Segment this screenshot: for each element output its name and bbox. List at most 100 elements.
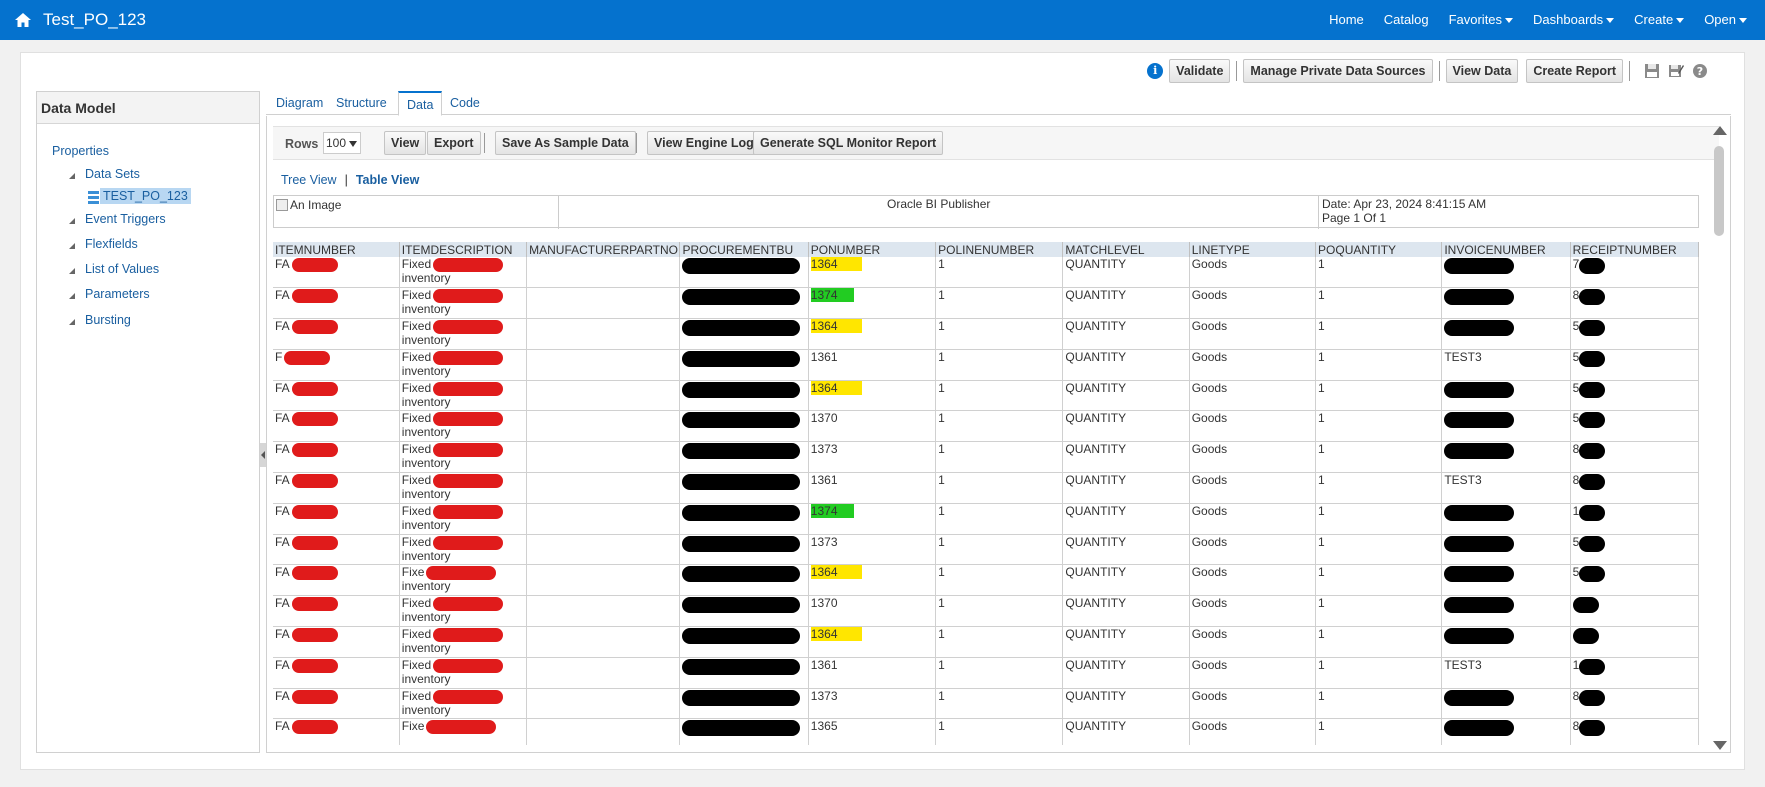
info-icon[interactable]: i (1147, 63, 1164, 79)
receipt-number-text: 1 (1572, 503, 1580, 518)
cell-poquantity: 1 (1315, 688, 1443, 720)
table-row[interactable]: FA Fixed inventory 1374 1 QUANTITY Goods 1 8 (273, 287, 1699, 320)
table-row[interactable]: F Fixed inventory 1361 1 QUANTITY Goods 1 TEST3 5 (273, 349, 1699, 381)
tab-diagram[interactable]: Diagram (268, 91, 331, 116)
save-as-sample-data-button[interactable]: Save As Sample Data (495, 131, 636, 155)
po-quantity-text: 1 (1318, 657, 1325, 672)
redaction-mark (433, 258, 504, 272)
redaction-mark (433, 381, 504, 396)
expand-triangle-icon[interactable] (69, 268, 75, 274)
expand-triangle-icon[interactable] (69, 243, 75, 249)
desc-text: Fixed (401, 257, 432, 271)
tree-item-data-sets[interactable]: Data Sets (85, 167, 140, 181)
tab-data[interactable]: Data (398, 91, 443, 116)
expand-triangle-icon[interactable] (69, 173, 75, 179)
table-row[interactable]: FA Fixed inventory 1373 1 QUANTITY Goods 1 8 (273, 688, 1699, 720)
scroll-up-icon[interactable] (1713, 126, 1727, 135)
tree-item-properties[interactable]: Properties (52, 144, 109, 158)
tree-item-event-triggers[interactable]: Event Triggers (85, 212, 166, 226)
create-report-button[interactable]: Create Report (1526, 59, 1623, 83)
po-line-text: 1 (938, 349, 945, 364)
scroll-thumb[interactable] (1714, 146, 1724, 236)
desc-text-2: inventory (401, 579, 451, 594)
table-row[interactable]: FA Fixed inventory 1364 1 QUANTITY Goods 1 (273, 626, 1699, 658)
tree-item-parameters[interactable]: Parameters (85, 287, 150, 301)
tree-item-bursting[interactable]: Bursting (85, 313, 131, 327)
home-icon[interactable] (14, 12, 32, 28)
manage-private-data-sources-button[interactable]: Manage Private Data Sources (1243, 59, 1433, 83)
help-icon[interactable]: ? (1692, 63, 1708, 79)
view-button[interactable]: View (384, 131, 427, 155)
cell-receiptnumber: 8 (1570, 441, 1699, 474)
rows-select[interactable]: 100 (323, 132, 361, 154)
cell-ponumber: 1370 (808, 410, 937, 443)
line-type-text: Goods (1191, 380, 1228, 395)
cell-matchlevel: QUANTITY (1062, 718, 1190, 745)
tab-code[interactable]: Code (442, 91, 488, 116)
table-row[interactable]: FA Fixed inventory 1374 1 QUANTITY Goods 1 1 (273, 503, 1699, 535)
column-header: INVOICENUMBER (1441, 242, 1571, 257)
table-row[interactable]: FA Fixe 1365 1 QUANTITY Goods 1 8 (273, 718, 1699, 745)
tab-structure[interactable]: Structure (328, 91, 395, 116)
cell-receiptnumber: 5 (1570, 318, 1699, 350)
cell-procurementbu (679, 318, 809, 350)
cell-poquantity: 1 (1315, 595, 1443, 628)
cell-ponumber: 1370 (808, 595, 937, 628)
table-row[interactable]: FA Fixed inventory 1364 1 QUANTITY Goods 1 5 (273, 380, 1699, 412)
desc-line: Fixed (402, 535, 524, 550)
vertical-scrollbar[interactable] (1712, 126, 1727, 750)
table-row[interactable]: FA Fixed inventory 1370 1 QUANTITY Goods 1 5 (273, 410, 1699, 443)
table-row[interactable]: FA Fixed inventory 1364 1 QUANTITY Goods 1 7 (273, 257, 1699, 289)
desc-line: Fixed (402, 504, 524, 519)
nav-favorites[interactable]: Favorites (1449, 12, 1514, 27)
tree-item-dataset[interactable]: TEST_PO_123 (100, 188, 191, 204)
nav-home[interactable]: Home (1329, 12, 1364, 27)
table-row[interactable]: FA Fixed inventory 1370 1 QUANTITY Goods 1 (273, 595, 1699, 628)
nav-dashboards[interactable]: Dashboards (1533, 12, 1615, 27)
table-row[interactable]: FA Fixed inventory 1373 1 QUANTITY Goods 1 8 (273, 441, 1699, 474)
save-icon[interactable] (1644, 63, 1660, 79)
redaction-mark (1579, 566, 1606, 583)
tree-item-flexfields[interactable]: Flexfields (85, 237, 138, 251)
table-view-link[interactable]: Table View (356, 173, 419, 187)
scroll-down-icon[interactable] (1713, 741, 1727, 750)
po-quantity-text: 1 (1318, 688, 1325, 703)
table-row[interactable]: FA Fixed inventory 1361 1 QUANTITY Goods 1 TEST3… (273, 657, 1699, 689)
save-as-icon[interactable] (1668, 63, 1684, 79)
redaction-mark (682, 381, 801, 398)
report-image-alt: An Image (290, 198, 342, 212)
cell-procurementbu (679, 564, 809, 597)
cell-invoicenumber (1441, 626, 1571, 658)
nav-label: Catalog (1383, 12, 1429, 27)
nav-open[interactable]: Open (1704, 12, 1747, 27)
nav-catalog[interactable]: Catalog (1384, 12, 1429, 27)
main-panel: i Validate Manage Private Data Sources V… (20, 52, 1745, 770)
view-data-button[interactable]: View Data (1445, 59, 1519, 83)
expand-triangle-icon[interactable] (69, 293, 75, 299)
cell-ponumber: 1365 (808, 718, 937, 745)
validate-button[interactable]: Validate (1169, 59, 1231, 83)
view-engine-log-button[interactable]: View Engine Log (647, 131, 761, 155)
expand-triangle-icon[interactable] (69, 319, 75, 325)
cell-ponumber: 1373 (808, 441, 937, 474)
generate-sql-monitor-report-button[interactable]: Generate SQL Monitor Report (753, 131, 944, 155)
table-row[interactable]: FA Fixed inventory 1364 1 QUANTITY Goods 1 5 (273, 318, 1699, 350)
redaction-mark (433, 443, 504, 458)
report-page: Page 1 Of 1 (1322, 211, 1387, 225)
tree-item-list-of-values[interactable]: List of Values (85, 262, 159, 276)
data-model-tabs: Diagram Structure Data Code (266, 91, 1731, 116)
cell-receiptnumber: 5 (1570, 410, 1699, 443)
match-level-text: QUANTITY (1065, 411, 1127, 426)
expand-triangle-icon[interactable] (69, 218, 75, 224)
collapse-arrow-icon[interactable] (261, 451, 265, 459)
cell-itemnumber: FA (273, 410, 400, 443)
receipt-number-text: 5 (1572, 319, 1580, 334)
export-button[interactable]: Export (427, 131, 481, 155)
nav-create[interactable]: Create (1634, 12, 1685, 27)
tree-view-link[interactable]: Tree View (281, 173, 337, 187)
table-row[interactable]: FA Fixed inventory 1361 1 QUANTITY Goods 1 TEST3… (273, 472, 1699, 504)
desc-line: Fixed (402, 381, 524, 396)
report-date: Date: Apr 23, 2024 8:41:15 AM (1322, 197, 1487, 211)
table-row[interactable]: FA Fixed inventory 1373 1 QUANTITY Goods 1 5 (273, 534, 1699, 566)
table-row[interactable]: FA Fixe inventory 1364 1 QUANTITY Goods 1 5 (273, 564, 1699, 597)
